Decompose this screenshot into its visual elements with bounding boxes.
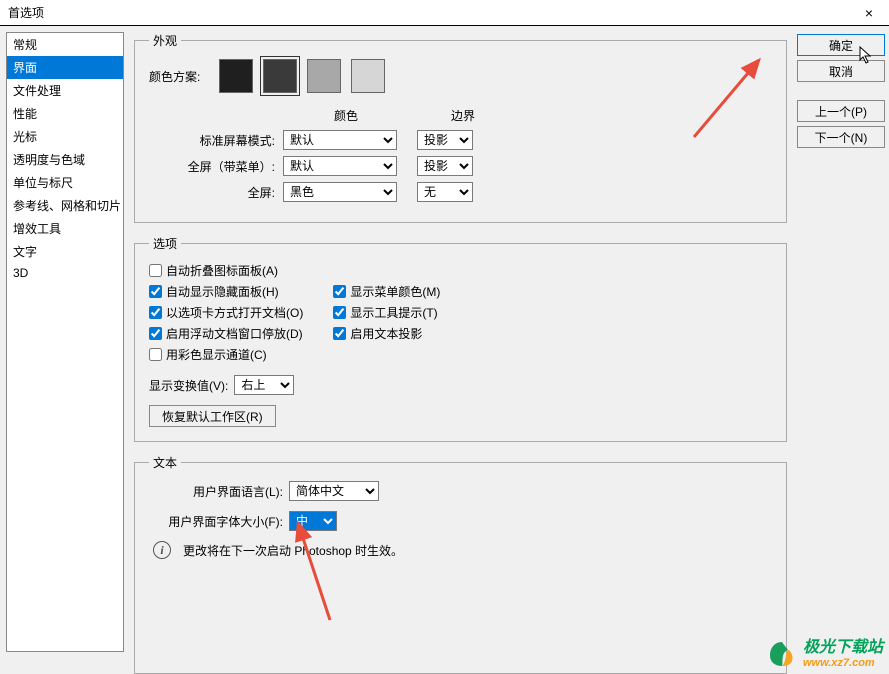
reset-workspace-button[interactable]: 恢复默认工作区(R)	[149, 405, 276, 427]
select-fsmenu-color[interactable]: 默认	[283, 156, 397, 176]
sidebar-item-transparency[interactable]: 透明度与色域	[7, 148, 123, 171]
header-border: 边界	[423, 107, 503, 124]
select-ui-language[interactable]: 简体中文	[289, 481, 379, 501]
color-swatch-light[interactable]	[307, 59, 341, 93]
label-standard-screen: 标准屏幕模式:	[149, 132, 283, 149]
select-standard-border[interactable]: 投影	[417, 130, 473, 150]
options-legend: 选项	[149, 235, 181, 252]
header-color: 颜色	[289, 107, 403, 124]
check-floating-docking[interactable]: 启用浮动文档窗口停放(D)	[149, 325, 303, 342]
color-scheme-label: 颜色方案:	[149, 68, 209, 85]
cancel-button[interactable]: 取消	[797, 60, 885, 82]
ok-button[interactable]: 确定	[797, 34, 885, 56]
sidebar-item-units[interactable]: 单位与标尺	[7, 171, 123, 194]
select-ui-font-size[interactable]: 中	[289, 511, 337, 531]
label-fullscreen-menu: 全屏（带菜单）:	[149, 158, 283, 175]
color-swatch-lightest[interactable]	[351, 59, 385, 93]
close-icon[interactable]: ×	[857, 5, 881, 21]
main-panel: 外观 颜色方案: 颜色 边界 标准屏幕模式: 默认 投影 全屏（带菜单）:	[130, 32, 791, 652]
sidebar-item-type[interactable]: 文字	[7, 240, 123, 263]
check-open-tabs[interactable]: 以选项卡方式打开文档(O)	[149, 304, 303, 321]
check-auto-collapse[interactable]: 自动折叠图标面板(A)	[149, 262, 303, 279]
info-icon: i	[153, 541, 171, 559]
sidebar-item-performance[interactable]: 性能	[7, 102, 123, 125]
check-text-shadow[interactable]: 启用文本投影	[333, 325, 440, 342]
appearance-group: 外观 颜色方案: 颜色 边界 标准屏幕模式: 默认 投影 全屏（带菜单）:	[134, 32, 787, 223]
transform-label: 显示变换值(V):	[149, 377, 228, 394]
select-standard-color[interactable]: 默认	[283, 130, 397, 150]
category-list: 常规 界面 文件处理 性能 光标 透明度与色域 单位与标尺 参考线、网格和切片 …	[6, 32, 124, 652]
check-show-menu-colors[interactable]: 显示菜单颜色(M)	[333, 283, 440, 300]
watermark-url: www.xz7.com	[803, 657, 883, 669]
ui-language-label: 用户界面语言(L):	[149, 483, 289, 500]
color-swatch-dark[interactable]	[263, 59, 297, 93]
appearance-legend: 外观	[149, 32, 181, 49]
text-group: 文本 用户界面语言(L): 简体中文 用户界面字体大小(F): 中 i 更改将在…	[134, 454, 787, 674]
select-fs-border[interactable]: 无	[417, 182, 473, 202]
next-button[interactable]: 下一个(N)	[797, 126, 885, 148]
select-fsmenu-border[interactable]: 投影	[417, 156, 473, 176]
sidebar-item-3d[interactable]: 3D	[7, 263, 123, 283]
label-fullscreen: 全屏:	[149, 184, 283, 201]
select-transform-pos[interactable]: 右上	[234, 375, 294, 395]
sidebar-item-file-handling[interactable]: 文件处理	[7, 79, 123, 102]
sidebar-item-cursors[interactable]: 光标	[7, 125, 123, 148]
color-swatch-darkest[interactable]	[219, 59, 253, 93]
sidebar-item-plugins[interactable]: 增效工具	[7, 217, 123, 240]
check-show-tooltips[interactable]: 显示工具提示(T)	[333, 304, 440, 321]
action-buttons: 确定 取消 上一个(P) 下一个(N)	[797, 32, 885, 652]
info-message: 更改将在下一次启动 Photoshop 时生效。	[183, 542, 403, 559]
check-color-channels[interactable]: 用彩色显示通道(C)	[149, 346, 303, 363]
sidebar-item-general[interactable]: 常规	[7, 33, 123, 56]
sidebar-item-interface[interactable]: 界面	[7, 56, 123, 79]
options-group: 选项 自动折叠图标面板(A) 自动显示隐藏面板(H) 以选项卡方式打开文档(O)…	[134, 235, 787, 442]
sidebar-item-guides[interactable]: 参考线、网格和切片	[7, 194, 123, 217]
prev-button[interactable]: 上一个(P)	[797, 100, 885, 122]
text-legend: 文本	[149, 454, 181, 471]
dialog-title: 首选项	[8, 4, 44, 21]
check-auto-show-hidden[interactable]: 自动显示隐藏面板(H)	[149, 283, 303, 300]
select-fs-color[interactable]: 黑色	[283, 182, 397, 202]
ui-font-label: 用户界面字体大小(F):	[149, 513, 289, 530]
